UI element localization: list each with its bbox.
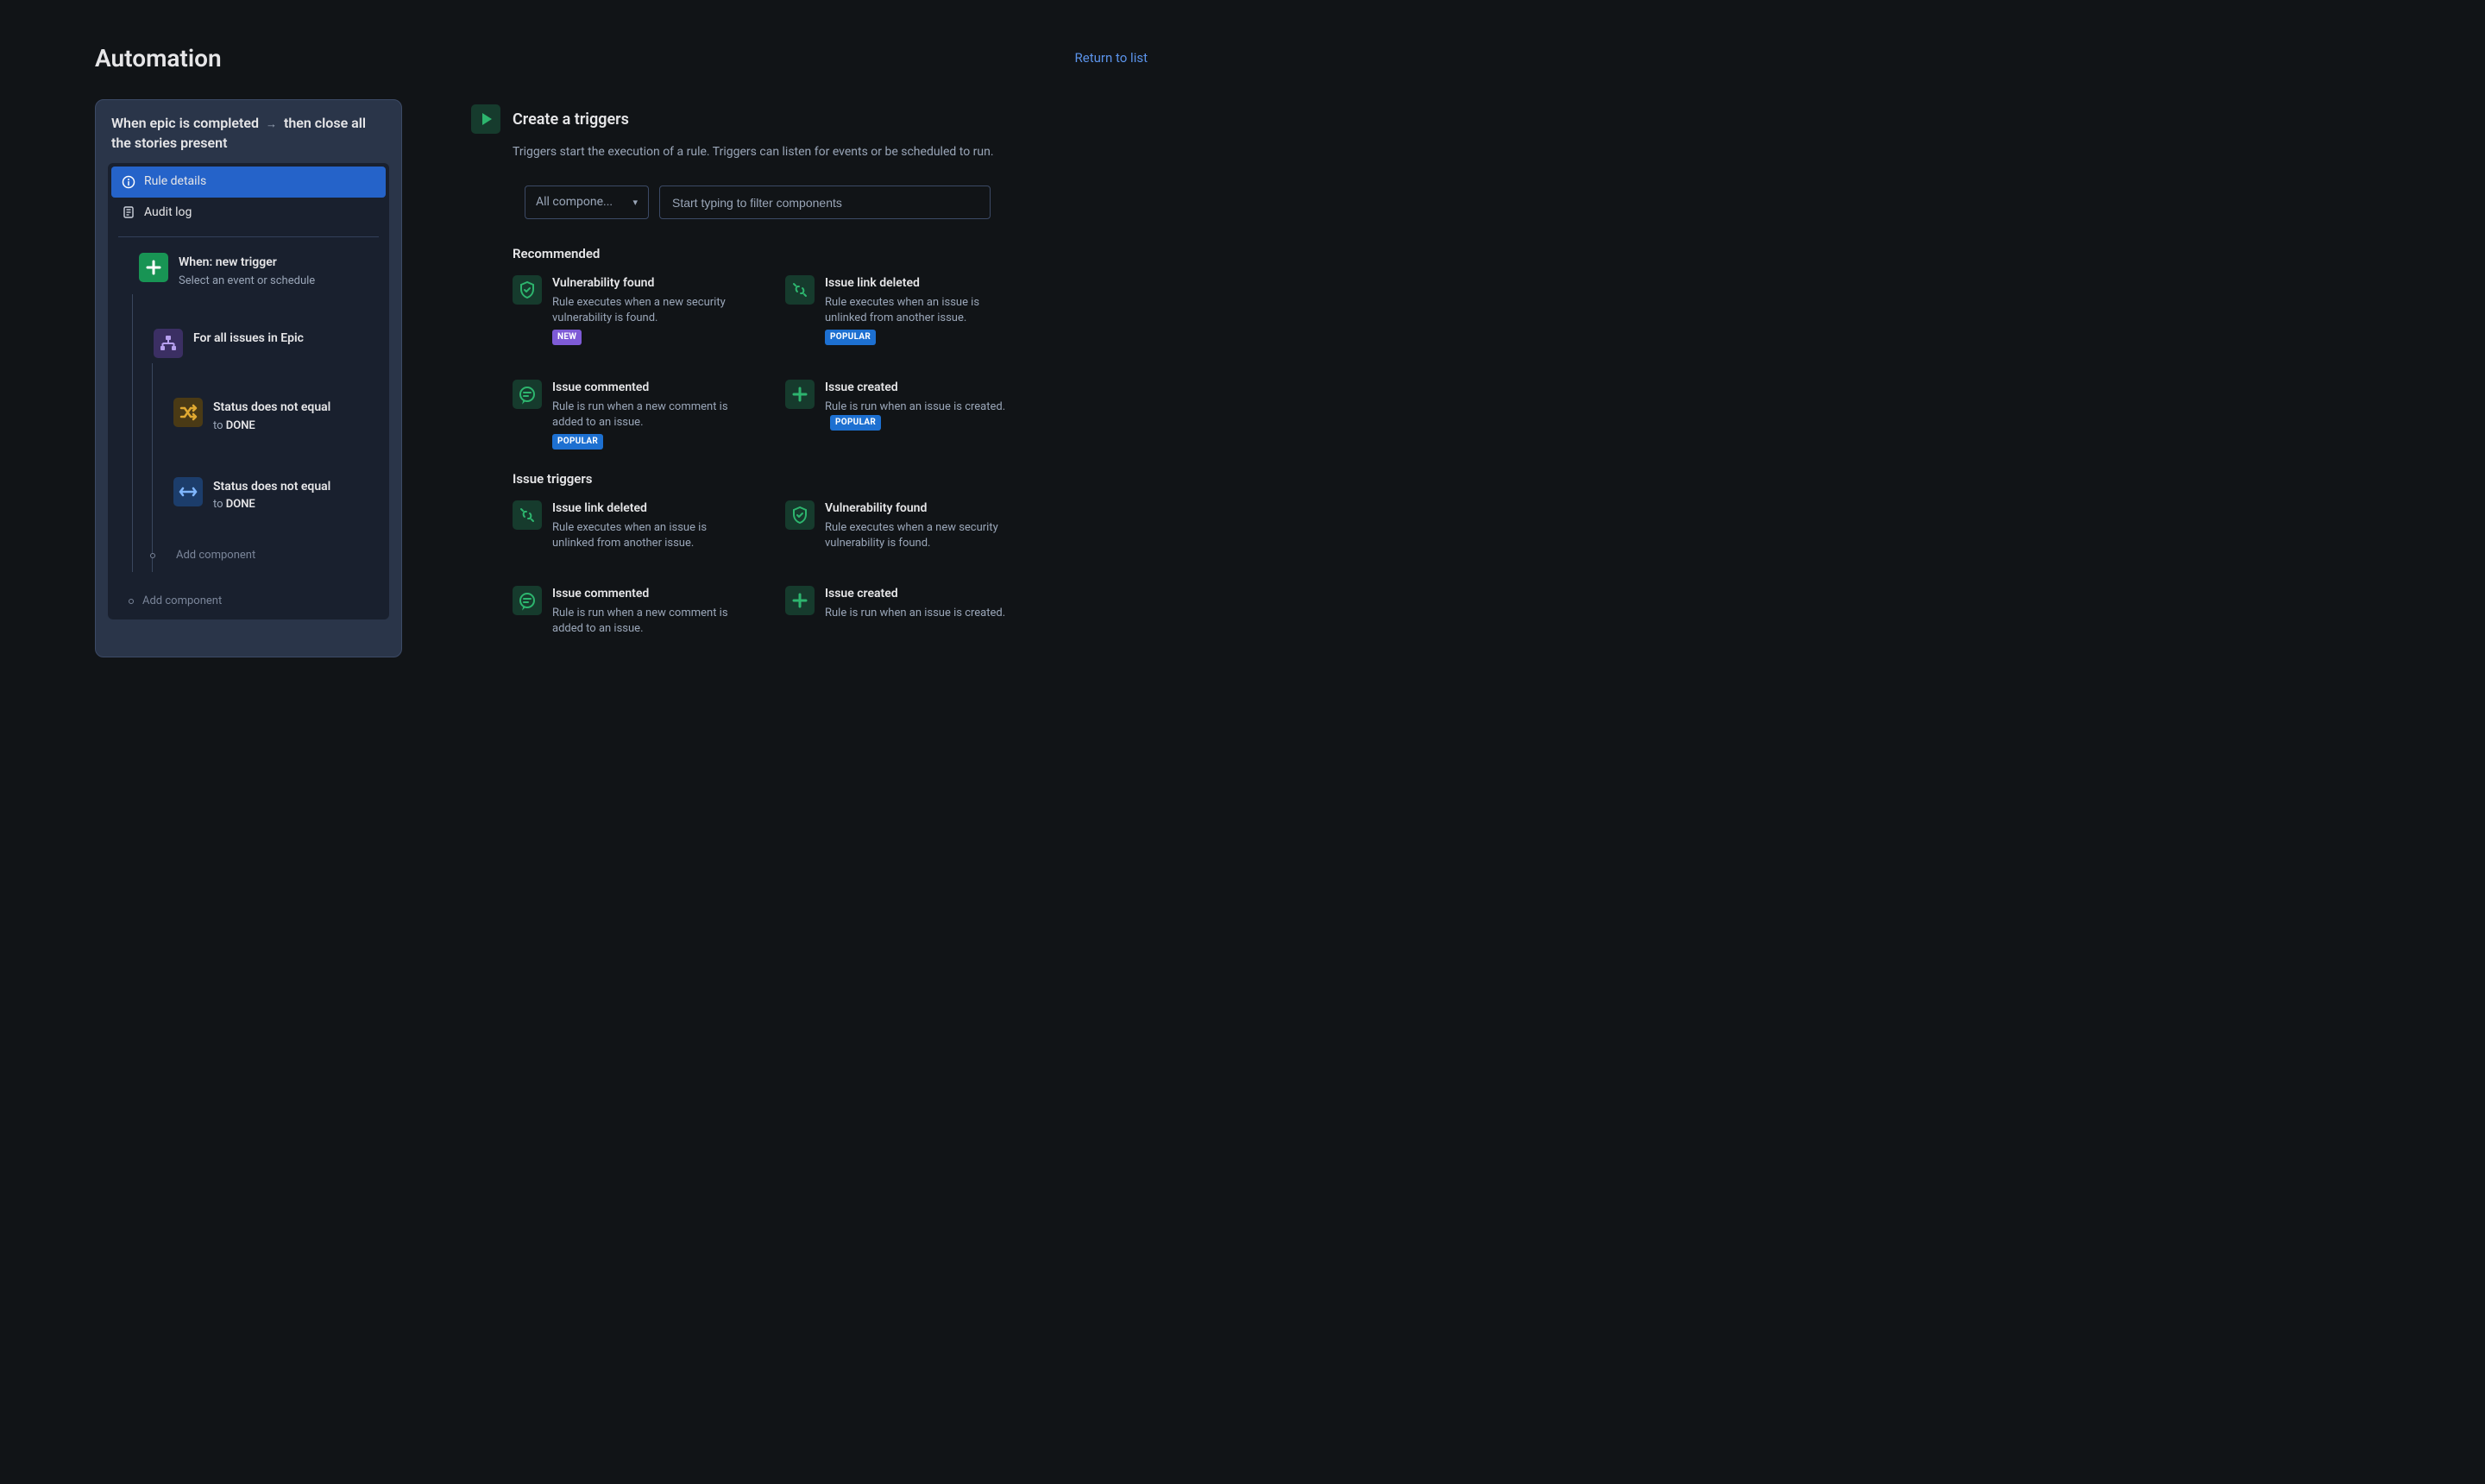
plus-icon — [785, 380, 815, 409]
trigger-item[interactable]: Issue commented Rule is run when a new co… — [513, 586, 751, 637]
trigger-desc: Rule is run when a new comment is added … — [552, 606, 733, 637]
trigger-title: Issue commented — [552, 380, 733, 397]
trigger-item[interactable]: Issue link deleted Rule executes when an … — [513, 500, 751, 551]
trigger-section: Issue triggers Issue link deleted Rule exe… — [513, 470, 1023, 637]
trigger-title: Issue commented — [552, 586, 733, 603]
content-area: Create a triggers Triggers start the exe… — [471, 99, 1023, 657]
add-component-outer[interactable]: Add component — [131, 594, 379, 609]
shield-icon — [513, 275, 542, 305]
trigger-desc: Rule executes when a new security vulner… — [552, 295, 733, 326]
add-dot-icon — [150, 553, 155, 558]
trigger-desc: Rule is run when an issue is created. PO… — [825, 399, 1006, 431]
badge-popular: POPULAR — [552, 434, 603, 450]
cond2-sub: to DONE — [213, 497, 330, 512]
trigger-title: Vulnerability found — [552, 275, 733, 292]
trigger-title: Issue link deleted — [552, 500, 733, 518]
node-condition-2[interactable]: Status does not equal to DONE — [173, 477, 379, 513]
trigger-desc: Rule executes when a new security vulner… — [825, 520, 1006, 551]
return-to-list-link[interactable]: Return to list — [1075, 49, 1148, 67]
node-branch-issues[interactable]: For all issues in Epic — [154, 329, 379, 358]
section-heading: Recommended — [513, 245, 1023, 263]
badge-new: NEW — [552, 330, 582, 345]
content-desc: Triggers start the execution of a rule. … — [513, 144, 1023, 161]
node-when-trigger[interactable]: When: new trigger Select an event or sch… — [139, 253, 379, 289]
trigger-item[interactable]: Vulnerability found Rule executes when a … — [513, 275, 751, 345]
unlink-icon — [513, 500, 542, 530]
branch-title: For all issues in Epic — [193, 330, 304, 348]
trigger-item[interactable]: Issue created Rule is run when an issue i… — [785, 586, 1023, 637]
when-title: When: new trigger — [179, 255, 315, 272]
rule-inner-panel: Rule details Audit log When: new trigger — [108, 163, 389, 619]
chevron-down-icon: ▾ — [632, 196, 638, 209]
badge-popular: POPULAR — [830, 415, 881, 431]
cond1-sub: to DONE — [213, 418, 330, 434]
page-title: Automation — [95, 41, 222, 75]
menu-audit-log[interactable]: Audit log — [111, 198, 386, 229]
menu-rule-details-label: Rule details — [144, 173, 206, 191]
trigger-title: Issue link deleted — [825, 275, 1006, 292]
add-component-inner[interactable]: Add component — [153, 539, 379, 563]
rule-name-prefix: When epic is completed — [111, 115, 259, 131]
filter-input[interactable] — [659, 186, 991, 220]
badge-popular: POPULAR — [825, 330, 876, 345]
info-icon — [122, 175, 135, 189]
play-icon — [471, 104, 500, 134]
plus-icon — [785, 586, 815, 615]
trigger-title: Vulnerability found — [825, 500, 1006, 518]
trigger-desc: Rule executes when an issue is unlinked … — [825, 295, 1006, 326]
trigger-desc: Rule is run when an issue is created. — [825, 606, 1005, 621]
trigger-section: Recommended Vulnerability found Rule execu… — [513, 245, 1023, 450]
add-dot-icon — [129, 599, 134, 604]
shield-icon — [785, 500, 815, 530]
trigger-item[interactable]: Issue commented Rule is run when a new co… — [513, 380, 751, 450]
rule-name: When epic is completed → then close all … — [108, 112, 389, 163]
log-icon — [122, 205, 135, 219]
section-heading: Issue triggers — [513, 470, 1023, 488]
node-condition-1[interactable]: Status does not equal to DONE — [173, 398, 379, 434]
arrow-icon: → — [262, 118, 280, 131]
sitemap-icon — [154, 329, 183, 358]
trigger-title: Issue created — [825, 586, 1005, 603]
comment-icon — [513, 586, 542, 615]
menu-audit-log-label: Audit log — [144, 204, 192, 222]
when-sub: Select an event or schedule — [179, 274, 315, 289]
rule-outline-panel: When epic is completed → then close all … — [95, 99, 402, 657]
select-label: All compone... — [536, 194, 613, 211]
trigger-item[interactable]: Issue link deleted Rule executes when an … — [785, 275, 1023, 345]
trigger-item[interactable]: Issue created Rule is run when an issue i… — [785, 380, 1023, 450]
content-title: Create a triggers — [513, 109, 629, 130]
cond1-title: Status does not equal — [213, 399, 330, 417]
add-component-outer-label: Add component — [142, 594, 222, 609]
divider — [118, 236, 379, 237]
component-type-select[interactable]: All compone... ▾ — [525, 186, 649, 220]
unlink-icon — [785, 275, 815, 305]
menu-rule-details[interactable]: Rule details — [111, 167, 386, 198]
cond2-title: Status does not equal — [213, 479, 330, 496]
add-component-inner-label: Add component — [176, 548, 255, 563]
trigger-desc: Rule is run when a new comment is added … — [552, 399, 733, 431]
comment-icon — [513, 380, 542, 409]
trigger-desc: Rule executes when an issue is unlinked … — [552, 520, 733, 551]
trigger-title: Issue created — [825, 380, 1006, 397]
trigger-item[interactable]: Vulnerability found Rule executes when a … — [785, 500, 1023, 551]
plus-icon — [139, 253, 168, 282]
shuffle-icon — [173, 398, 203, 427]
move-icon — [173, 477, 203, 506]
